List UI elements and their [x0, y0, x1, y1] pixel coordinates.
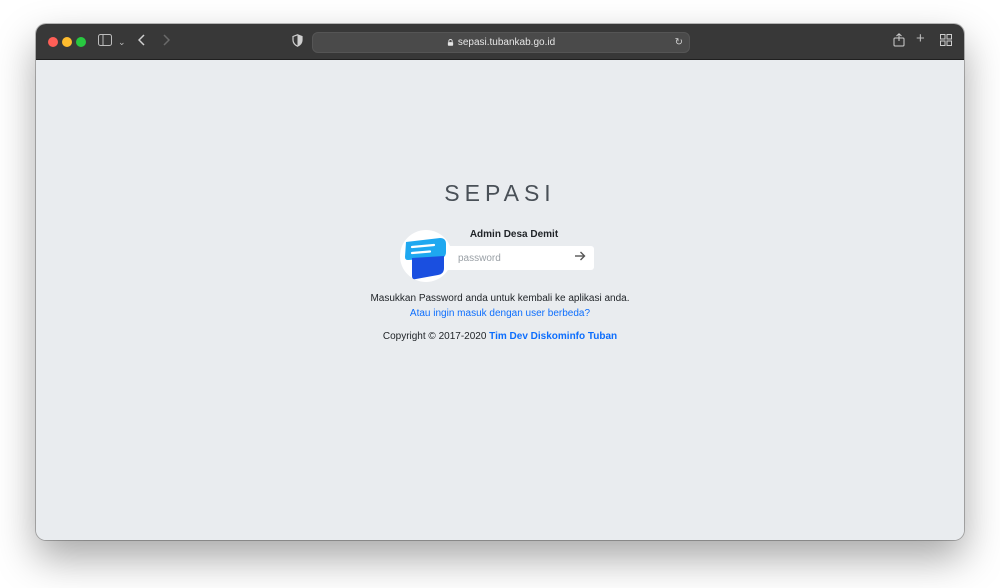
password-form — [448, 246, 594, 270]
chevron-left-icon[interactable] — [137, 34, 146, 49]
password-input[interactable] — [458, 249, 564, 267]
chevron-down-icon[interactable]: ⌄ — [118, 35, 126, 49]
minimize-window-button[interactable] — [62, 37, 72, 47]
browser-toolbar: ⌄ sepasi.tubankab.go.id ↻ + — [36, 24, 964, 60]
app-logo-icon — [405, 238, 446, 280]
sidebar-icon[interactable] — [98, 34, 112, 49]
browser-window: ⌄ sepasi.tubankab.go.id ↻ + SEPASI Admin… — [36, 24, 964, 540]
address-bar[interactable]: sepasi.tubankab.go.id ↻ — [312, 32, 690, 53]
copyright-text: Copyright © 2017-2020 — [382, 331, 487, 342]
url-text: sepasi.tubankab.go.id — [457, 37, 556, 48]
copyright-link[interactable]: Tim Dev Diskominfo Tuban — [489, 331, 617, 342]
copyright-footer: Copyright © 2017-2020 Tim Dev Diskominfo… — [36, 330, 964, 344]
reload-icon[interactable]: ↻ — [675, 36, 683, 49]
share-icon[interactable] — [893, 33, 905, 50]
page-content: SEPASI Admin Desa Demit Masukkan Passwor… — [36, 60, 964, 540]
user-name: Admin Desa Demit — [469, 229, 559, 240]
chevron-right-icon[interactable] — [162, 34, 171, 49]
close-window-button[interactable] — [48, 37, 58, 47]
zoom-window-button[interactable] — [76, 37, 86, 47]
switch-user-link[interactable]: Atau ingin masuk dengan user berbeda? — [36, 307, 964, 321]
url-display[interactable]: sepasi.tubankab.go.id — [313, 36, 689, 49]
arrow-right-icon — [575, 251, 586, 261]
submit-arrow-button[interactable] — [572, 250, 588, 266]
grid-icon[interactable] — [940, 34, 952, 49]
help-text: Masukkan Password anda untuk kembali ke … — [370, 293, 630, 304]
plus-icon[interactable]: + — [916, 31, 925, 46]
shield-icon[interactable] — [292, 34, 303, 50]
avatar — [400, 230, 452, 282]
lock-icon — [447, 39, 453, 46]
app-brand-title: SEPASI — [444, 180, 556, 206]
